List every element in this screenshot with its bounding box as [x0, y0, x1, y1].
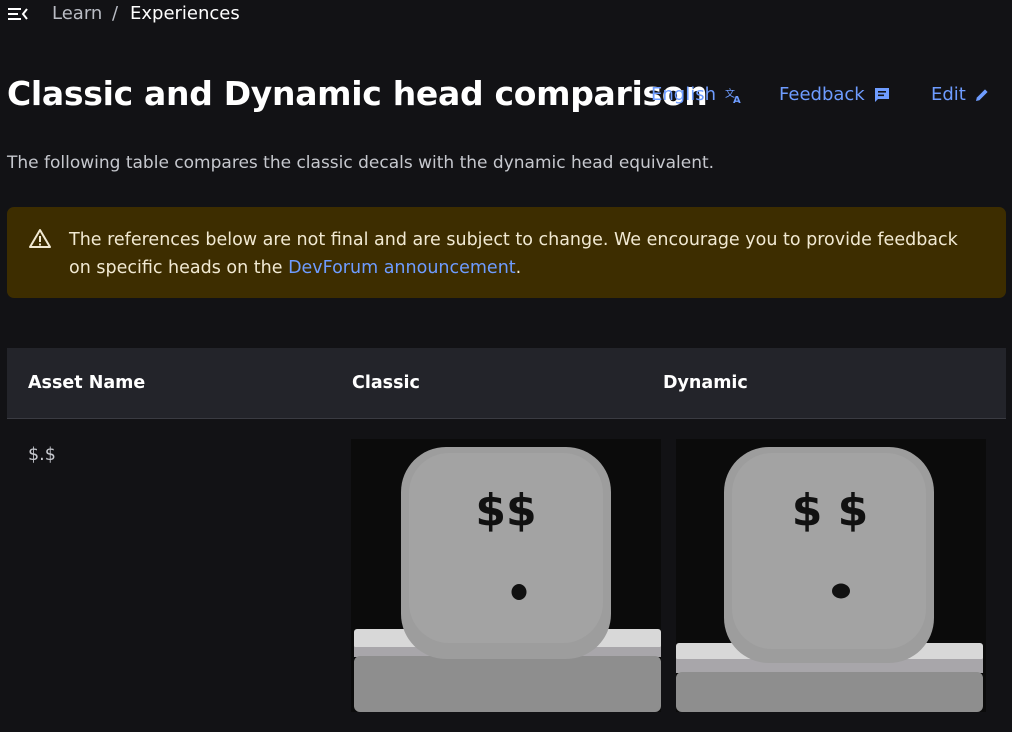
page-title: Classic and Dynamic head comparison: [7, 74, 708, 113]
alert-message: The references below are not final and a…: [69, 226, 969, 282]
breadcrumb-learn[interactable]: Learn: [52, 3, 102, 25]
top-bar: Learn / Experiences: [0, 0, 1012, 30]
breadcrumb-experiences[interactable]: Experiences: [130, 3, 240, 25]
dynamic-face-text: $ $: [792, 485, 869, 536]
breadcrumb-separator: /: [112, 3, 119, 24]
menu-collapse-icon[interactable]: [8, 6, 28, 22]
intro-text: The following table compares the classic…: [7, 153, 715, 173]
warning-alert: The references below are not final and a…: [7, 207, 1006, 298]
language-button[interactable]: English 文 A: [651, 84, 742, 106]
edit-button[interactable]: Edit: [931, 84, 990, 106]
edit-label: Edit: [931, 84, 966, 105]
devforum-announcement-link[interactable]: DevForum announcement: [288, 258, 516, 278]
column-header-dynamic: Dynamic: [663, 373, 748, 393]
warning-triangle-icon: [29, 229, 51, 248]
language-label: English: [651, 84, 716, 105]
pencil-icon: [975, 89, 988, 101]
svg-text:A: A: [733, 95, 741, 104]
feedback-message-icon: [874, 88, 889, 102]
classic-face-text: $$: [475, 485, 536, 536]
table-header: Asset Name Classic Dynamic: [7, 348, 1006, 419]
dynamic-head-image: $ $: [676, 439, 986, 712]
alert-text-after: .: [515, 258, 522, 278]
translate-icon: 文 A: [725, 87, 741, 104]
feedback-button[interactable]: Feedback: [779, 84, 891, 106]
feedback-label: Feedback: [779, 84, 865, 105]
column-header-classic: Classic: [352, 373, 420, 393]
column-header-asset-name: Asset Name: [28, 373, 146, 393]
asset-name-cell: $.$: [28, 445, 56, 465]
classic-head-image: $$: [351, 439, 661, 712]
